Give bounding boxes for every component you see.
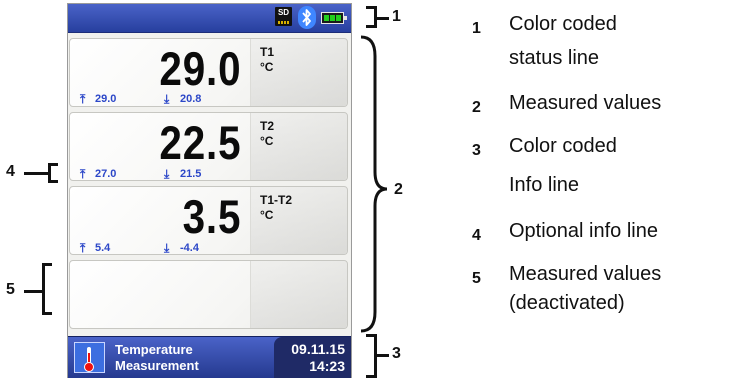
info-line-t1-t2: ⤒ 5.4 ⤓ -4.4	[70, 241, 245, 255]
min-arrow-icon: ⤓	[164, 92, 170, 106]
max-arrow-icon: ⤒	[80, 92, 86, 106]
channel-label: T1-T2	[260, 193, 293, 207]
program-title: Temperature Measurement	[115, 342, 199, 374]
max-value: 5.4	[95, 242, 111, 254]
channel-label: T2	[260, 119, 275, 133]
legend-number: 3	[472, 142, 481, 159]
tick-info	[377, 354, 389, 357]
legend-number: 4	[472, 227, 481, 244]
tick-deactivated	[24, 290, 42, 293]
legend-text-line1: Optional info line	[509, 220, 658, 242]
min-value: -4.4	[180, 242, 199, 254]
unit-label: °C	[260, 134, 274, 148]
tick-optional	[24, 172, 48, 175]
unit-label: °C	[260, 60, 274, 74]
bracket-status	[366, 6, 377, 28]
measured-value: 29.0	[158, 42, 241, 95]
callout-number-5: 5	[6, 281, 15, 298]
info-line-t2: ⤒ 27.0 ⤓ 21.5	[70, 167, 245, 181]
legend-number: 5	[472, 270, 481, 287]
max-arrow-icon: ⤒	[80, 167, 86, 181]
bracket-values	[360, 35, 388, 333]
min-value: 21.5	[180, 168, 202, 180]
measurement-panel-deactivated	[69, 260, 348, 329]
program-title-line2: Measurement	[115, 358, 199, 373]
thermometer-icon[interactable]	[74, 342, 105, 373]
info-line-footer: Temperature Measurement 09.11.15 14:23	[68, 336, 351, 378]
legend-text-line1: Measured values	[509, 92, 662, 114]
max-value: 29.0	[95, 93, 117, 105]
status-bar: SD	[68, 4, 351, 33]
battery-icon	[321, 12, 347, 24]
bracket-info	[366, 334, 377, 378]
min-arrow-icon: ⤓	[164, 167, 170, 181]
unit-label: °C	[260, 208, 274, 222]
callout-number-1: 1	[392, 8, 401, 25]
min-arrow-icon: ⤓	[164, 241, 170, 255]
callout-number-3: 3	[392, 345, 401, 362]
info-line-t1: ⤒ 29.0 ⤓ 20.8	[70, 92, 245, 106]
legend-number: 2	[472, 99, 481, 116]
legend-text-line2: status line	[509, 47, 600, 69]
legend-text-line2: Info line	[509, 174, 580, 196]
callout-number-2: 2	[394, 181, 403, 198]
device-screen: SD 29.0 T1 °C ⤒ 29.0 ⤓ 20.8 22.5 T2 °C ⤒…	[67, 3, 352, 378]
legend-text-line1: Color coded	[509, 13, 617, 35]
min-value: 20.8	[180, 93, 202, 105]
measured-value: 22.5	[158, 116, 241, 169]
legend-text-line2: (deactivated)	[509, 292, 625, 314]
bluetooth-icon	[298, 6, 316, 29]
legend-text-line1: Color coded	[509, 135, 617, 157]
program-title-line1: Temperature	[115, 342, 193, 357]
time-label: 14:23	[309, 358, 345, 374]
bracket-optional	[48, 163, 58, 183]
legend-number: 1	[472, 20, 481, 37]
datetime-box: 09.11.15 14:23	[274, 337, 351, 378]
bracket-deactivated	[42, 263, 52, 315]
tick-status	[377, 17, 389, 20]
max-arrow-icon: ⤒	[80, 241, 86, 255]
max-value: 27.0	[95, 168, 117, 180]
measured-value: 3.5	[182, 190, 241, 243]
callout-number-4: 4	[6, 163, 15, 180]
channel-label: T1	[260, 45, 275, 59]
date-label: 09.11.15	[291, 341, 345, 357]
sd-card-icon: SD	[275, 7, 292, 26]
